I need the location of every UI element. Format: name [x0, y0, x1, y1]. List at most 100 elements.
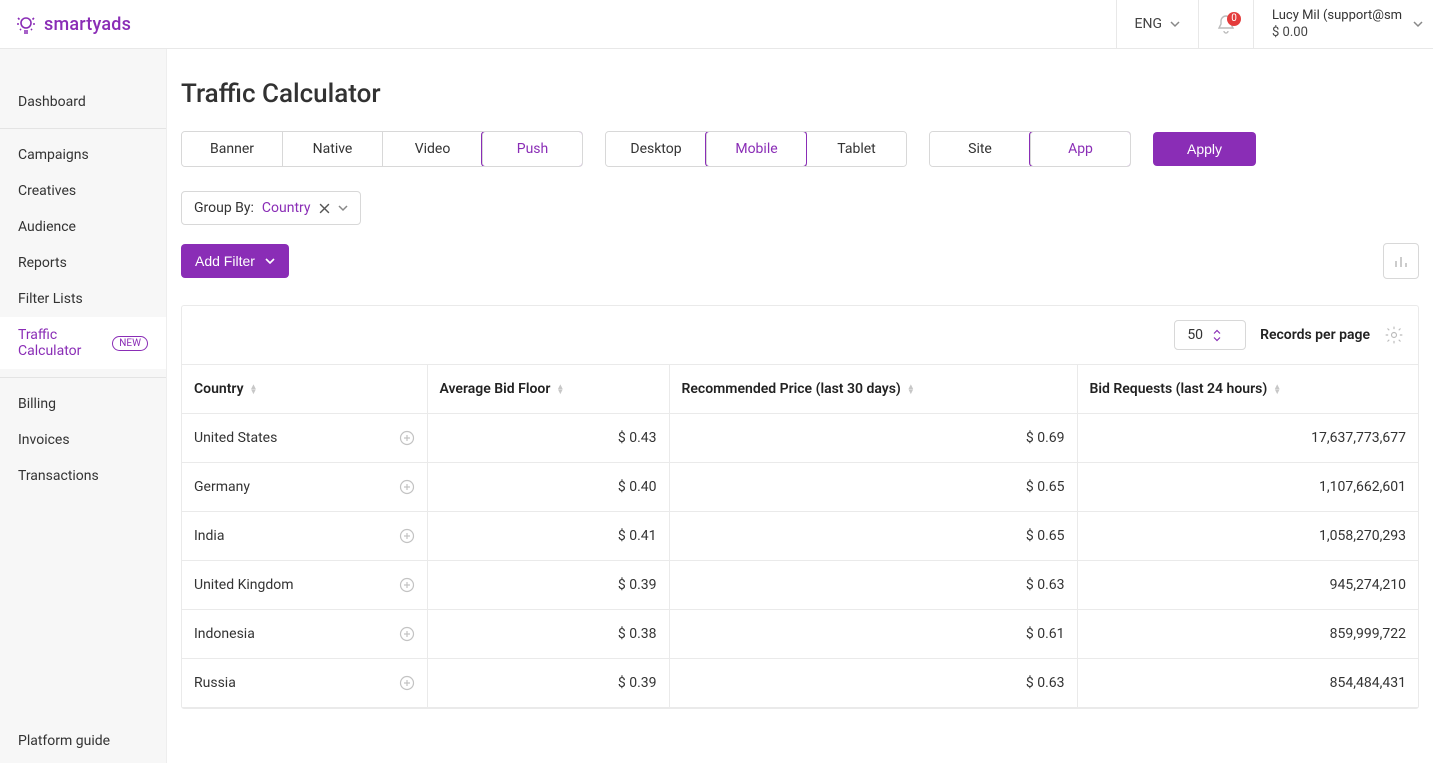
plus-circle-icon[interactable]: [399, 626, 415, 642]
topbar-right: ENG 0 Lucy Mil (support@sma $ 0.00: [1116, 0, 1433, 48]
close-icon[interactable]: [319, 203, 330, 214]
sidebar-item-label: Creatives: [18, 183, 76, 199]
records-per-page-label: Records per page: [1260, 327, 1370, 343]
device-option-tablet[interactable]: Tablet: [806, 132, 906, 166]
notifications-button[interactable]: 0: [1198, 0, 1253, 48]
new-badge: NEW: [112, 336, 148, 351]
brand-logo[interactable]: smartyads: [14, 12, 131, 36]
sidebar: Dashboard Campaigns Creatives Audience R…: [0, 49, 167, 763]
device-option-mobile[interactable]: Mobile: [706, 132, 806, 166]
cell-rec: $ 0.63: [669, 561, 1077, 610]
cell-avg: $ 0.39: [427, 659, 669, 708]
apply-button[interactable]: Apply: [1153, 132, 1256, 166]
column-label: Average Bid Floor: [440, 381, 551, 397]
column-header-avg-bid-floor[interactable]: Average Bid Floor ▲▼: [427, 365, 669, 414]
sidebar-item-traffic-calculator[interactable]: Traffic Calculator NEW: [0, 317, 166, 369]
table-row: Indonesia$ 0.38$ 0.61859,999,722: [182, 610, 1418, 659]
cell-country: United Kingdom: [182, 561, 427, 610]
records-per-page-select[interactable]: 50: [1174, 320, 1246, 350]
gear-icon: [1384, 325, 1404, 345]
sidebar-item-dashboard[interactable]: Dashboard: [0, 84, 166, 120]
sort-icon: ▲▼: [907, 384, 915, 394]
format-segment: Banner Native Video Push: [181, 131, 583, 167]
device-option-desktop[interactable]: Desktop: [606, 132, 706, 166]
sidebar-item-campaigns[interactable]: Campaigns: [0, 137, 166, 173]
cell-avg: $ 0.38: [427, 610, 669, 659]
cell-avg: $ 0.43: [427, 414, 669, 463]
table-row: Russia$ 0.39$ 0.63854,484,431: [182, 659, 1418, 708]
platform-guide-link[interactable]: Platform guide: [0, 719, 166, 763]
sidebar-item-invoices[interactable]: Invoices: [0, 422, 166, 458]
cell-country: Germany: [182, 463, 427, 512]
inventory-option-app[interactable]: App: [1030, 132, 1130, 166]
inventory-segment: Site App: [929, 131, 1131, 167]
column-header-recommended-price[interactable]: Recommended Price (last 30 days) ▲▼: [669, 365, 1077, 414]
cell-rec: $ 0.65: [669, 463, 1077, 512]
cell-avg: $ 0.41: [427, 512, 669, 561]
cell-country: United States: [182, 414, 427, 463]
group-by-chip[interactable]: Group By: Country: [181, 191, 361, 225]
sidebar-item-audience[interactable]: Audience: [0, 209, 166, 245]
format-option-video[interactable]: Video: [382, 132, 482, 166]
device-segment: Desktop Mobile Tablet: [605, 131, 907, 167]
user-menu[interactable]: Lucy Mil (support@sma $ 0.00: [1253, 0, 1433, 48]
chevron-down-icon: [265, 258, 275, 264]
main-content: Traffic Calculator Banner Native Video P…: [167, 49, 1433, 763]
sidebar-item-label: Billing: [18, 396, 56, 412]
nav-separator: [0, 377, 166, 378]
plus-circle-icon[interactable]: [399, 479, 415, 495]
inventory-option-site[interactable]: Site: [930, 132, 1030, 166]
language-switcher[interactable]: ENG: [1116, 0, 1198, 48]
cell-rec: $ 0.69: [669, 414, 1077, 463]
column-label: Recommended Price (last 30 days): [682, 381, 901, 397]
records-per-page-value: 50: [1187, 327, 1203, 343]
filter-row: Banner Native Video Push Desktop Mobile …: [181, 131, 1419, 167]
cell-avg: $ 0.39: [427, 561, 669, 610]
cell-req: 1,058,270,293: [1077, 512, 1418, 561]
plus-circle-icon[interactable]: [399, 430, 415, 446]
table-row: India$ 0.41$ 0.651,058,270,293: [182, 512, 1418, 561]
plus-circle-icon[interactable]: [399, 675, 415, 691]
sidebar-item-creatives[interactable]: Creatives: [0, 173, 166, 209]
sidebar-item-transactions[interactable]: Transactions: [0, 458, 166, 494]
sidebar-item-billing[interactable]: Billing: [0, 386, 166, 422]
bar-chart-icon: [1393, 253, 1409, 269]
table-row: United States$ 0.43$ 0.6917,637,773,677: [182, 414, 1418, 463]
topbar: smartyads ENG 0 Lucy Mil (support@sma $ …: [0, 0, 1433, 49]
cell-rec: $ 0.63: [669, 659, 1077, 708]
country-name: Russia: [194, 675, 236, 691]
sidebar-item-label: Traffic Calculator: [18, 327, 106, 359]
data-table: Country ▲▼ Average Bid Floor ▲▼ Recommen…: [182, 365, 1418, 708]
language-value: ENG: [1135, 16, 1162, 32]
format-option-native[interactable]: Native: [282, 132, 382, 166]
table-settings-button[interactable]: [1384, 325, 1404, 345]
column-header-country[interactable]: Country ▲▼: [182, 365, 427, 414]
sidebar-item-reports[interactable]: Reports: [0, 245, 166, 281]
country-name: United Kingdom: [194, 577, 294, 593]
sidebar-item-filter-lists[interactable]: Filter Lists: [0, 281, 166, 317]
add-filter-button[interactable]: Add Filter: [181, 244, 289, 278]
sidebar-item-label: Dashboard: [18, 94, 86, 110]
sidebar-item-label: Reports: [18, 255, 67, 271]
cell-country: India: [182, 512, 427, 561]
cell-country: Russia: [182, 659, 427, 708]
table-card: 50 Records per page: [181, 305, 1419, 709]
column-header-bid-requests[interactable]: Bid Requests (last 24 hours) ▲▼: [1077, 365, 1418, 414]
table-row: United Kingdom $ 0.39$ 0.63945,274,210: [182, 561, 1418, 610]
country-name: United States: [194, 430, 277, 446]
cell-req: 945,274,210: [1077, 561, 1418, 610]
plus-circle-icon[interactable]: [399, 528, 415, 544]
stepper-icon: [1213, 329, 1221, 342]
format-option-banner[interactable]: Banner: [182, 132, 282, 166]
format-option-push[interactable]: Push: [482, 132, 582, 166]
brand-name: smartyads: [44, 14, 131, 35]
plus-circle-icon[interactable]: [399, 577, 415, 593]
chevron-down-icon: [338, 203, 348, 213]
chart-toggle-button[interactable]: [1383, 243, 1419, 279]
user-balance: $ 0.00: [1272, 25, 1308, 40]
country-name: Indonesia: [194, 626, 255, 642]
cell-country: Indonesia: [182, 610, 427, 659]
country-name: India: [194, 528, 224, 544]
group-by-value: Country: [262, 200, 311, 216]
sidebar-item-label: Campaigns: [18, 147, 89, 163]
